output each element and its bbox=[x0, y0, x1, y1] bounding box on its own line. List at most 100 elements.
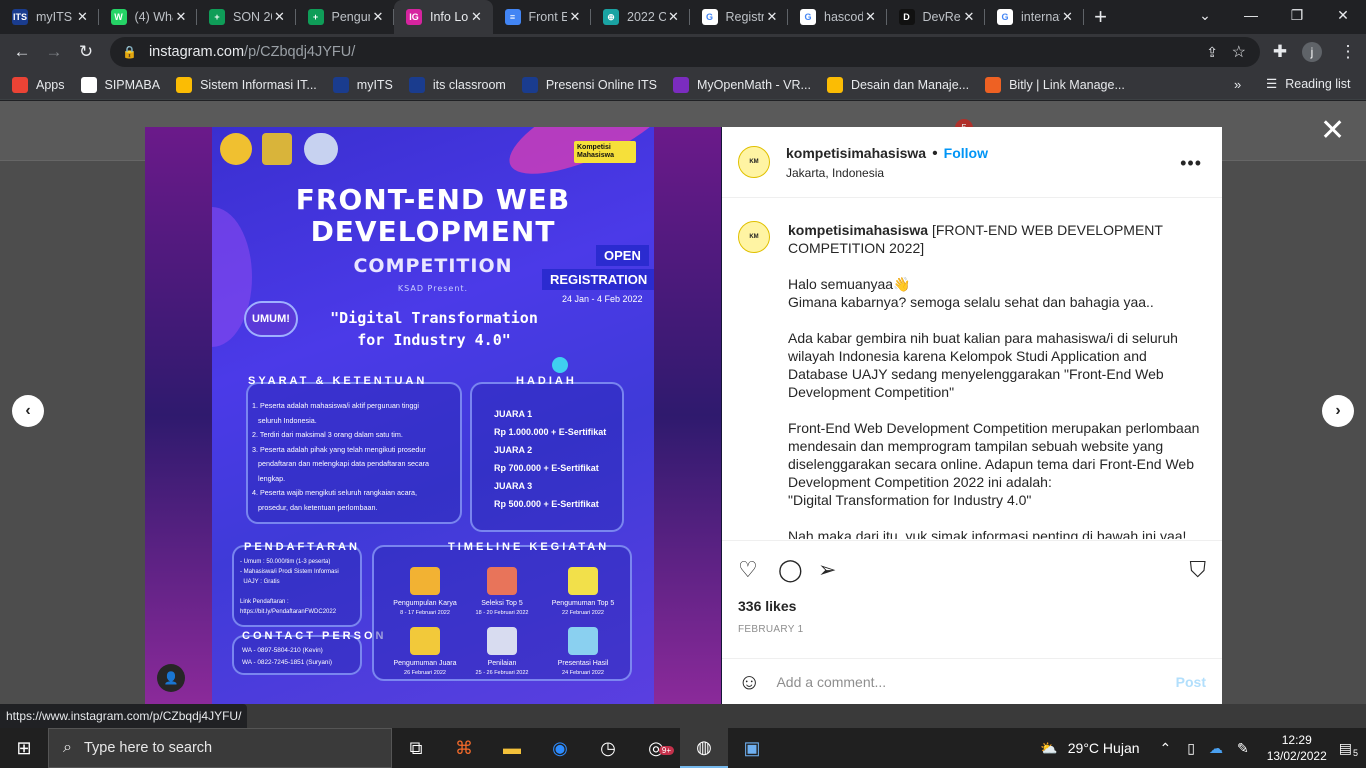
tab-close-icon[interactable]: ✕ bbox=[469, 9, 485, 25]
next-post-button[interactable]: › bbox=[1322, 395, 1354, 427]
chrome-app-icon[interactable]: ◍ bbox=[680, 728, 728, 768]
weather-text[interactable]: 29°C Hujan bbox=[1068, 740, 1140, 756]
browser-tab[interactable]: + Pengumuman✕ bbox=[296, 0, 394, 34]
taskbar-search-box[interactable]: ⌕ Type here to search bbox=[48, 728, 392, 768]
more-options-icon[interactable]: ••• bbox=[1180, 153, 1202, 174]
tab-close-icon[interactable]: ✕ bbox=[567, 9, 583, 25]
maximize-button[interactable]: ❐ bbox=[1274, 0, 1320, 30]
caption-username[interactable]: kompetisimahasiswa bbox=[788, 222, 928, 238]
tab-favicon-icon: G bbox=[800, 9, 816, 25]
bitly-icon bbox=[985, 76, 1002, 93]
system-tray: ⛅ 29°C Hujan ⌃ ▯ ☁ ✎ 12:29 13/02/2022 ▤ 5 bbox=[1040, 728, 1366, 768]
browser-tab[interactable]: D DevResume✕ bbox=[887, 0, 985, 34]
codeigniter-app-icon[interactable]: ⌘ bbox=[440, 728, 488, 768]
tab-close-icon[interactable]: ✕ bbox=[75, 9, 91, 25]
bookmark-item[interactable]: Apps bbox=[12, 76, 65, 93]
onedrive-icon[interactable]: ☁ bbox=[1209, 740, 1223, 757]
menu-kebab-icon[interactable]: ⋮ bbox=[1332, 36, 1364, 68]
bookmark-item[interactable]: its classroom bbox=[408, 76, 506, 93]
like-heart-icon[interactable]: ♡ bbox=[738, 557, 778, 583]
windows-taskbar: ⊞ ⌕ Type here to search ⧉ ⌘ ▬ ◉ ◷ ◎ 9+ ◍ … bbox=[0, 728, 1366, 768]
device-icon[interactable]: ▯ bbox=[1187, 740, 1195, 757]
browser-tab[interactable]: + SON 2022✕ bbox=[197, 0, 296, 34]
bookmark-item[interactable]: Desain dan Manaje... bbox=[826, 76, 969, 93]
tab-close-icon[interactable]: ✕ bbox=[173, 9, 189, 25]
tab-close-icon[interactable]: ✕ bbox=[961, 9, 977, 25]
task-view-icon[interactable]: ⧉ bbox=[392, 728, 440, 768]
hadiah-text: JUARA 1 Rp 1.000.000 + E-Sertifikat JUAR… bbox=[494, 409, 607, 509]
like-count[interactable]: 336 likes bbox=[738, 598, 796, 614]
tab-close-icon[interactable]: ✕ bbox=[272, 9, 288, 25]
profile-avatar[interactable]: j bbox=[1302, 42, 1322, 62]
follow-button[interactable]: Follow bbox=[944, 145, 988, 161]
back-icon[interactable]: ← bbox=[6, 36, 38, 68]
post-header: KM kompetisimahasiswa • Follow Jakarta, In… bbox=[722, 127, 1222, 198]
bookmark-item[interactable]: Sistem Informasi IT... bbox=[176, 76, 317, 93]
new-tab-button[interactable]: + bbox=[1084, 0, 1118, 34]
timeline-step-icon bbox=[410, 567, 440, 595]
tagged-users-icon[interactable]: 👤 bbox=[157, 664, 185, 692]
close-window-button[interactable]: ✕ bbox=[1320, 0, 1366, 30]
forward-icon[interactable]: → bbox=[38, 36, 70, 68]
bookmark-item[interactable]: SIPMABA bbox=[80, 76, 160, 93]
zoom-app-icon[interactable]: ◉ bbox=[536, 728, 584, 768]
bookmark-item[interactable]: MyOpenMath - VR... bbox=[673, 76, 811, 93]
author-username[interactable]: kompetisimahasiswa bbox=[786, 145, 926, 161]
windows-start-icon[interactable]: ⊞ bbox=[0, 728, 48, 768]
emoji-icon[interactable]: ☺ bbox=[738, 669, 760, 695]
tab-close-icon[interactable]: ✕ bbox=[764, 9, 780, 25]
m-icon bbox=[673, 76, 689, 93]
tab-close-icon[interactable]: ✕ bbox=[370, 9, 386, 25]
photos-app-icon[interactable]: ▣ bbox=[728, 728, 776, 768]
browser-tab[interactable]: ⊕ 2022 Competition✕ bbox=[591, 0, 690, 34]
bookmark-item[interactable]: Presensi Online ITS bbox=[521, 76, 657, 93]
browser-tab[interactable]: Ghascode✕ bbox=[788, 0, 887, 34]
share-icon[interactable]: ⇪ bbox=[1206, 44, 1218, 61]
teams-app-icon[interactable]: ◎ 9+ bbox=[632, 728, 680, 768]
notification-center-icon[interactable]: ▤ 5 bbox=[1339, 740, 1358, 758]
post-location[interactable]: Jakarta, Indonesia bbox=[786, 166, 988, 180]
syarat-text: 1. Peserta adalah mahasiswa/i aktif perg… bbox=[252, 401, 430, 512]
author-avatar[interactable]: KM bbox=[738, 146, 770, 178]
post-comment-button[interactable]: Post bbox=[1176, 674, 1206, 690]
caption-area: KM kompetisimahasiswa [FRONT-END WEB DEV… bbox=[722, 199, 1222, 539]
minimize-button[interactable]: — bbox=[1228, 0, 1274, 30]
post-media: Kompetisi Mahasiswa FRONT-END WEB DEVELO… bbox=[145, 127, 722, 704]
reload-icon[interactable]: ↻ bbox=[70, 36, 102, 68]
previous-post-button[interactable]: ‹ bbox=[12, 395, 44, 427]
caption-author-avatar[interactable]: KM bbox=[738, 221, 770, 253]
file-explorer-icon[interactable]: ▬ bbox=[488, 728, 536, 768]
comment-icon[interactable]: ◯ bbox=[778, 557, 818, 583]
tab-search-icon[interactable]: ⌄ bbox=[1182, 0, 1228, 30]
clock-app-icon[interactable]: ◷ bbox=[584, 728, 632, 768]
browser-tab[interactable]: IG Info Lomba✕ bbox=[394, 0, 493, 34]
pen-icon[interactable]: ✎ bbox=[1237, 740, 1249, 757]
timeline-heading: TIMELINE KEGIATAN bbox=[448, 541, 610, 553]
pendaftaran-heading: PENDAFTARAN bbox=[244, 541, 360, 553]
tab-close-icon[interactable]: ✕ bbox=[863, 9, 879, 25]
share-send-icon[interactable]: ➢ bbox=[818, 557, 858, 583]
reading-list-button[interactable]: ☰ Reading list bbox=[1266, 76, 1351, 92]
bookmark-item[interactable]: Bitly | Link Manage... bbox=[985, 76, 1125, 93]
poster-title-line1: FRONT-END WEB bbox=[295, 183, 571, 216]
close-modal-icon[interactable]: ✕ bbox=[1320, 116, 1345, 146]
browser-tab[interactable]: Ginternational✕ bbox=[985, 0, 1084, 34]
extensions-icon[interactable]: ✚ bbox=[1264, 36, 1296, 68]
tab-close-icon[interactable]: ✕ bbox=[666, 9, 682, 25]
post-date[interactable]: FEBRUARY 1 bbox=[738, 624, 803, 635]
bookmark-item[interactable]: myITS bbox=[332, 76, 393, 93]
weather-icon[interactable]: ⛅ bbox=[1040, 740, 1057, 757]
browser-tab[interactable]: G Registration✕ bbox=[690, 0, 788, 34]
browser-tab[interactable]: ITS myITS ✕ bbox=[0, 0, 99, 34]
address-bar[interactable]: 🔒 instagram.com/p/CZbqdj4JYFU/ ⇪ ☆ bbox=[110, 37, 1260, 67]
browser-tab[interactable]: W (4) WhatsApp✕ bbox=[99, 0, 197, 34]
bookmarks-overflow-button[interactable]: » bbox=[1234, 77, 1241, 92]
browser-tab[interactable]: ≡ Front End✕ bbox=[493, 0, 591, 34]
comment-input[interactable]: Add a comment... bbox=[776, 674, 1175, 690]
bookmark-star-icon[interactable]: ☆ bbox=[1232, 42, 1246, 62]
save-bookmark-icon[interactable]: ⛉ bbox=[1189, 557, 1206, 583]
system-clock[interactable]: 12:29 13/02/2022 bbox=[1267, 732, 1327, 764]
tray-overflow-icon[interactable]: ⌃ bbox=[1160, 740, 1172, 757]
tab-close-icon[interactable]: ✕ bbox=[1060, 9, 1076, 25]
comment-bar: ☺ Add a comment... Post bbox=[722, 658, 1222, 704]
